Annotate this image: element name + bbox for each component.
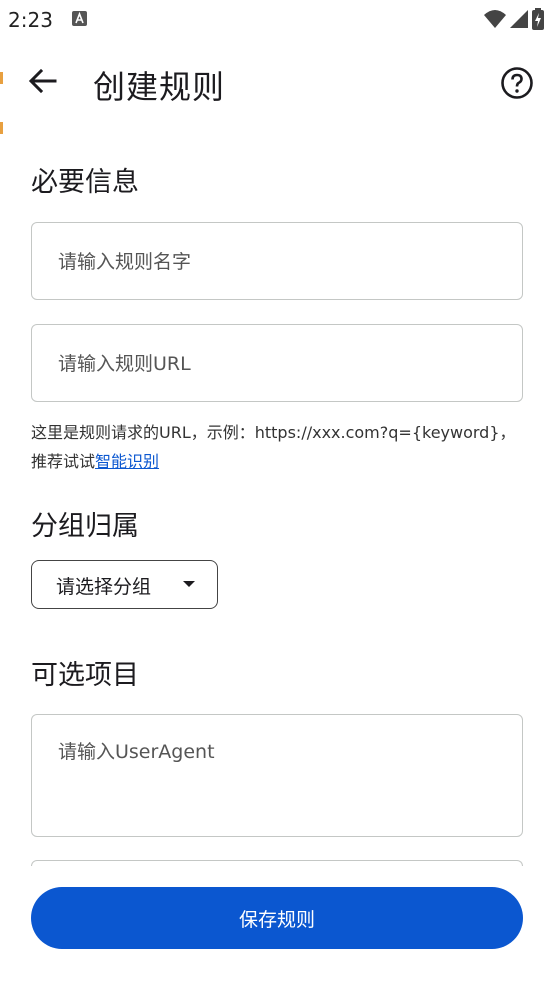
- battery-charging-icon: [532, 8, 544, 30]
- url-helper-text: 这里是规则请求的URL，示例：https://xxx.com?q={keywor…: [31, 418, 531, 476]
- caret-down-icon: [183, 581, 195, 587]
- status-time: 2:23: [8, 8, 53, 32]
- group-select-label: 请选择分组: [56, 576, 152, 598]
- rule-url-field[interactable]: [31, 324, 523, 402]
- user-agent-field[interactable]: [31, 714, 523, 837]
- help-circle-icon[interactable]: [500, 66, 534, 100]
- arrow-back-icon[interactable]: [26, 64, 60, 98]
- rule-url-input[interactable]: [56, 325, 500, 402]
- status-bar: 2:23: [0, 0, 554, 40]
- user-agent-input[interactable]: [56, 735, 500, 829]
- wifi-icon: [484, 10, 506, 28]
- app-bar: 创建规则: [0, 48, 554, 120]
- a-icon: [72, 11, 87, 26]
- rule-name-input[interactable]: [56, 223, 500, 300]
- group-select-dropdown[interactable]: 请选择分组: [31, 560, 218, 609]
- status-icons: [484, 8, 544, 30]
- edge-mark: [0, 122, 3, 134]
- smart-detect-link[interactable]: 智能识别: [95, 452, 159, 471]
- required-section-title: 必要信息: [31, 167, 139, 198]
- group-section-title: 分组归属: [31, 511, 139, 542]
- signal-icon: [510, 10, 528, 28]
- page-title: 创建规则: [93, 68, 226, 106]
- optional-section-title: 可选项目: [31, 660, 139, 691]
- rule-name-field[interactable]: [31, 222, 523, 300]
- save-rule-button[interactable]: 保存规则: [31, 887, 523, 949]
